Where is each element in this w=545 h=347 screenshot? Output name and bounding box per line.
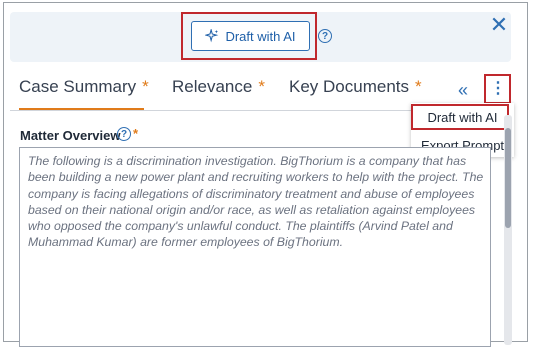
matter-overview-label: Matter Overview (20, 128, 121, 143)
draft-with-ai-label: Draft with AI (225, 28, 296, 44)
required-marker: * (142, 77, 149, 96)
tab-label: Key Documents (289, 77, 409, 96)
help-icon[interactable]: ? (318, 29, 332, 43)
sparkle-icon (205, 29, 219, 43)
tab-label: Relevance (172, 77, 253, 96)
double-chevron-left-icon[interactable]: « (458, 80, 468, 101)
scrollbar-thumb[interactable] (505, 128, 511, 228)
help-icon[interactable]: ? (117, 127, 131, 141)
required-marker: * (133, 126, 139, 141)
required-marker: * (258, 77, 265, 96)
tab-key-documents[interactable]: Key Documents * (289, 77, 422, 97)
menu-item-highlight-box (411, 104, 509, 130)
tab-label: Case Summary (19, 77, 137, 96)
required-marker: * (415, 77, 422, 96)
tab-relevance[interactable]: Relevance * (172, 77, 265, 97)
close-icon[interactable]: ✕ (489, 14, 509, 36)
more-options-icon[interactable]: ⋮ (490, 80, 506, 98)
tab-case-summary[interactable]: Case Summary * (19, 77, 149, 97)
draft-with-ai-button[interactable]: Draft with AI (191, 21, 310, 51)
matter-overview-text: The following is a discrimination invest… (28, 154, 484, 250)
